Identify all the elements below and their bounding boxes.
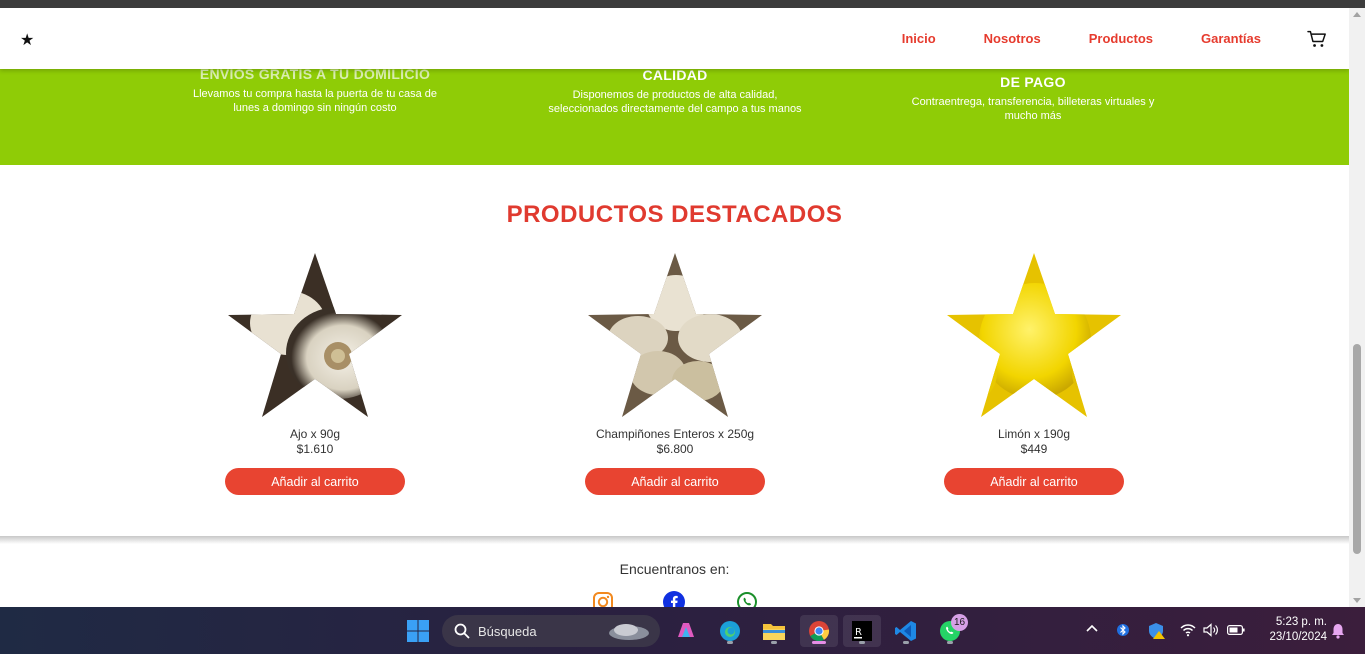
taskbar-running-indicator — [859, 641, 865, 644]
file-explorer-icon[interactable] — [758, 615, 790, 647]
taskbar-running-indicator — [771, 641, 777, 644]
footer-divider — [0, 536, 1349, 544]
products-section-title: PRODUCTOS DESTACADOS — [506, 201, 843, 228]
notification-bell-icon[interactable] — [1331, 623, 1345, 639]
taskbar-search-box[interactable]: Búsqueda — [442, 615, 660, 647]
scrollbar-thumb[interactable] — [1353, 344, 1361, 554]
feature-description: Llevamos tu compra hasta la puerta de tu… — [193, 88, 437, 114]
whatsapp-unread-badge: 16 — [951, 614, 968, 631]
whatsapp-icon[interactable] — [736, 591, 758, 607]
page-scrollbar[interactable] — [1349, 8, 1365, 607]
footer-title: Encuentranos en: — [619, 561, 730, 577]
windows-start-icon[interactable] — [402, 615, 434, 647]
product-name: Champiñones Enteros x 250g — [595, 427, 755, 441]
product-card: Ajo x 90g $1.610 Añadir al carrito — [185, 253, 445, 495]
taskbar-active-indicator — [812, 641, 826, 644]
nav-link-productos[interactable]: Productos — [1089, 31, 1153, 46]
clock-date: 23/10/2024 — [1269, 631, 1327, 643]
chevron-up-icon[interactable] — [1086, 624, 1098, 632]
edge-browser-icon[interactable] — [714, 615, 746, 647]
feature-title: CALIDAD — [642, 67, 708, 83]
feature-payment: DE PAGO Contraentrega, transferencia, bi… — [898, 74, 1168, 123]
garlic-star-image — [228, 253, 402, 417]
svg-text:R: R — [855, 627, 862, 638]
security-warning-icon[interactable] — [1148, 622, 1166, 640]
product-price: $6.800 — [656, 442, 694, 456]
clock-time: 5:23 p. m. — [1275, 616, 1327, 628]
lemon-star-image — [947, 253, 1121, 417]
feature-quality: CALIDAD Disponemos de productos de alta … — [545, 67, 805, 116]
product-card: Champiñones Enteros x 250g $6.800 Añadir… — [545, 253, 805, 495]
chrome-browser-icon[interactable] — [800, 615, 838, 647]
battery-icon[interactable] — [1227, 625, 1245, 635]
nav-link-garantias[interactable]: Garantías — [1201, 31, 1261, 46]
feature-description: Disponemos de productos de alta calidad,… — [548, 89, 802, 115]
feature-free-shipping: ENVIOS GRATIS A TU DOMILICIO Llevamos tu… — [180, 66, 450, 115]
search-icon — [454, 623, 470, 639]
instagram-icon[interactable] — [592, 591, 614, 607]
product-price: $1.610 — [296, 442, 334, 456]
bluetooth-icon[interactable] — [1117, 622, 1129, 638]
vscode-icon[interactable] — [890, 615, 922, 647]
taskbar-running-indicator — [947, 641, 953, 644]
taskbar-running-indicator — [903, 641, 909, 644]
product-name: Ajo x 90g — [289, 427, 341, 441]
browser-top-edge — [0, 0, 1365, 8]
product-card: Limón x 190g $449 Añadir al carrito — [904, 253, 1164, 495]
wifi-icon[interactable] — [1180, 623, 1196, 637]
logo-star-icon[interactable]: ★ — [20, 30, 34, 49]
taskbar-clock[interactable]: 5:23 p. m. 23/10/2024 — [1255, 615, 1327, 645]
copilot-icon[interactable] — [670, 615, 702, 647]
nav-link-inicio[interactable]: Inicio — [902, 31, 936, 46]
top-navbar: ★ Inicio Nosotros Productos Garantías — [0, 8, 1349, 69]
scroll-down-arrow-icon[interactable] — [1353, 598, 1361, 603]
search-highlight-icon — [609, 624, 649, 640]
facebook-icon[interactable] — [663, 591, 685, 607]
product-price: $449 — [1020, 442, 1048, 456]
page-viewport[interactable]: ENVIOS GRATIS A TU DOMILICIO Llevamos tu… — [0, 8, 1349, 607]
scroll-up-arrow-icon[interactable] — [1353, 12, 1361, 17]
add-to-cart-button[interactable]: Añadir al carrito — [585, 468, 765, 495]
nav-link-nosotros[interactable]: Nosotros — [984, 31, 1041, 46]
volume-icon[interactable] — [1203, 623, 1219, 637]
taskbar-running-indicator — [727, 641, 733, 644]
feature-description: Contraentrega, transferencia, billeteras… — [911, 96, 1155, 122]
add-to-cart-button[interactable]: Añadir al carrito — [944, 468, 1124, 495]
rider-ide-icon[interactable]: R — [843, 615, 881, 647]
cart-icon[interactable] — [1307, 30, 1327, 48]
nav-links: Inicio Nosotros Productos Garantías — [902, 8, 1261, 69]
add-to-cart-button[interactable]: Añadir al carrito — [225, 468, 405, 495]
product-name: Limón x 190g — [997, 427, 1071, 441]
feature-title: DE PAGO — [1000, 74, 1066, 90]
windows-taskbar: Búsqueda R — [0, 607, 1365, 654]
mushroom-star-image — [588, 253, 762, 417]
search-placeholder: Búsqueda — [478, 623, 537, 639]
